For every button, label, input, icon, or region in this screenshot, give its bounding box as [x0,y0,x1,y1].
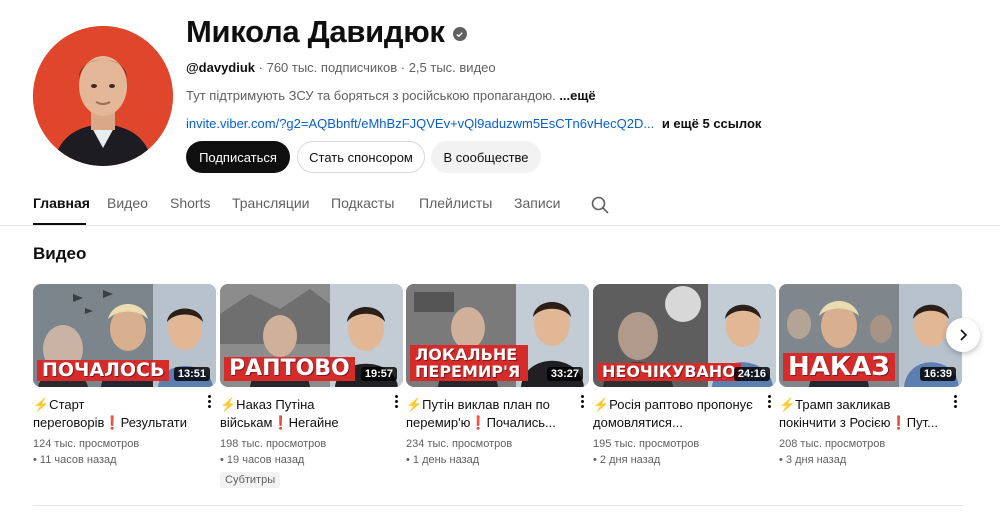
video-thumbnail[interactable]: РАПТОВО 19:57 [220,284,403,387]
tab-shorts[interactable]: Shorts [170,195,210,211]
more-options-icon[interactable] [762,392,776,410]
channel-link[interactable]: invite.viber.com/?g2=AQBbnft/eMhBzFJQVEv… [186,116,654,131]
video-views: 195 тыс. просмотров [593,438,700,450]
video-thumbnail[interactable]: ПОЧАЛОСЬ 13:51 [33,284,216,387]
channel-links: invite.viber.com/?g2=AQBbnft/eMhBzFJQVEv… [186,116,761,131]
tab-podcasts[interactable]: Подкасты [331,195,394,211]
video-thumbnail[interactable]: НЕОЧІКУВАНО 24:16 [593,284,776,387]
video-published: 11 часов назад [33,454,216,466]
channel-handle: @davydiuk [186,60,256,75]
thumbnail-banner: РАПТОВО [224,357,355,381]
video-card[interactable]: ЛОКАЛЬНЕ ПЕРЕМИР'Я 33:27 ⚡️Путін виклав … [406,284,589,466]
video-views: 208 тыс. просмотров [779,438,886,450]
video-title[interactable]: ⚡️Наказ Путіна військам❗️Негайне звернен… [220,396,403,432]
video-published: 2 дня назад [593,454,776,466]
description-more-link[interactable]: ...ещё [559,88,595,103]
more-links[interactable]: и ещё 5 ссылок [662,116,762,131]
channel-avatar[interactable] [33,26,173,166]
tab-posts[interactable]: Записи [514,195,560,211]
video-published: 19 часов назад [220,454,403,466]
channel-tabs: Главная Видео Shorts Трансляции Подкасты… [0,183,1000,226]
tab-home[interactable]: Главная [33,195,90,211]
video-thumbnail[interactable]: НАКАЗ 16:39 [779,284,962,387]
section-divider [33,505,963,506]
video-card[interactable]: РАПТОВО 19:57 ⚡️Наказ Путіна військам❗️Н… [220,284,403,488]
section-title: Видео [33,244,87,263]
thumbnail-banner: НЕОЧІКУВАНО [597,363,741,381]
description-text: Тут підтримують ЗСУ та боряться з російс… [186,88,556,103]
active-tab-indicator [33,223,86,225]
more-options-icon[interactable] [389,392,403,410]
video-title[interactable]: ⚡️Путін виклав план по перемир'ю❗️Почали… [406,396,589,432]
video-card[interactable]: НЕОЧІКУВАНО 24:16 ⚡️Росія раптово пропон… [593,284,776,466]
video-duration: 13:51 [173,367,210,381]
search-icon[interactable] [590,195,610,215]
subscribe-button[interactable]: Подписаться [186,141,290,173]
video-duration: 16:39 [919,367,956,381]
more-options-icon[interactable] [948,392,962,410]
sponsor-button[interactable]: Стать спонсором [297,141,425,173]
subtitles-badge: Субтитры [220,472,281,488]
more-options-icon[interactable] [575,392,589,410]
thumbnail-banner: НАКАЗ [783,353,895,381]
video-title[interactable]: ⚡️Росія раптово пропонує домовлятися... [593,396,776,432]
shelf-next-button[interactable] [946,318,980,352]
tab-videos[interactable]: Видео [107,195,148,211]
video-card[interactable]: ПОЧАЛОСЬ 13:51 ⚡️Старт переговорів❗️Резу… [33,284,216,466]
video-title[interactable]: ⚡️Трамп закликав покінчити з Росією❗️Пут… [779,396,962,432]
video-published: 1 день назад [406,454,589,466]
channel-name: Микола Давидюк [186,14,467,50]
channel-meta: @davydiuk · 760 тыс. подписчиков · 2,5 т… [186,60,496,75]
channel-name-text: Микола Давидюк [186,14,445,49]
chevron-right-icon [960,329,968,341]
video-card[interactable]: НАКАЗ 16:39 ⚡️Трамп закликав покінчити з… [779,284,962,466]
tab-playlists[interactable]: Плейлисты [419,195,492,211]
video-views: 198 тыс. просмотров [220,438,327,450]
tab-live[interactable]: Трансляции [232,195,309,211]
avatar-portrait [33,26,173,166]
video-title[interactable]: ⚡️Старт переговорів❗️Результати розмови.… [33,396,216,432]
verified-icon [452,27,467,41]
video-views: 234 тыс. просмотров [406,438,513,450]
video-shelf: ПОЧАЛОСЬ 13:51 ⚡️Старт переговорів❗️Резу… [33,284,963,488]
subscriber-count: · 760 тыс. подписчиков [255,60,398,75]
video-published: 3 дня назад [779,454,962,466]
video-duration: 19:57 [360,367,397,381]
video-count: · 2,5 тыс. видео [397,60,496,75]
video-duration: 33:27 [546,367,583,381]
video-thumbnail[interactable]: ЛОКАЛЬНЕ ПЕРЕМИР'Я 33:27 [406,284,589,387]
community-button[interactable]: В сообществе [431,141,541,173]
channel-description[interactable]: Тут підтримують ЗСУ та боряться з російс… [186,88,596,103]
thumbnail-banner: ПОЧАЛОСЬ [37,360,170,381]
video-views: 124 тыс. просмотров [33,438,140,450]
more-options-icon[interactable] [202,392,216,410]
video-duration: 24:16 [733,367,770,381]
thumbnail-banner: ЛОКАЛЬНЕ ПЕРЕМИР'Я [410,345,528,381]
